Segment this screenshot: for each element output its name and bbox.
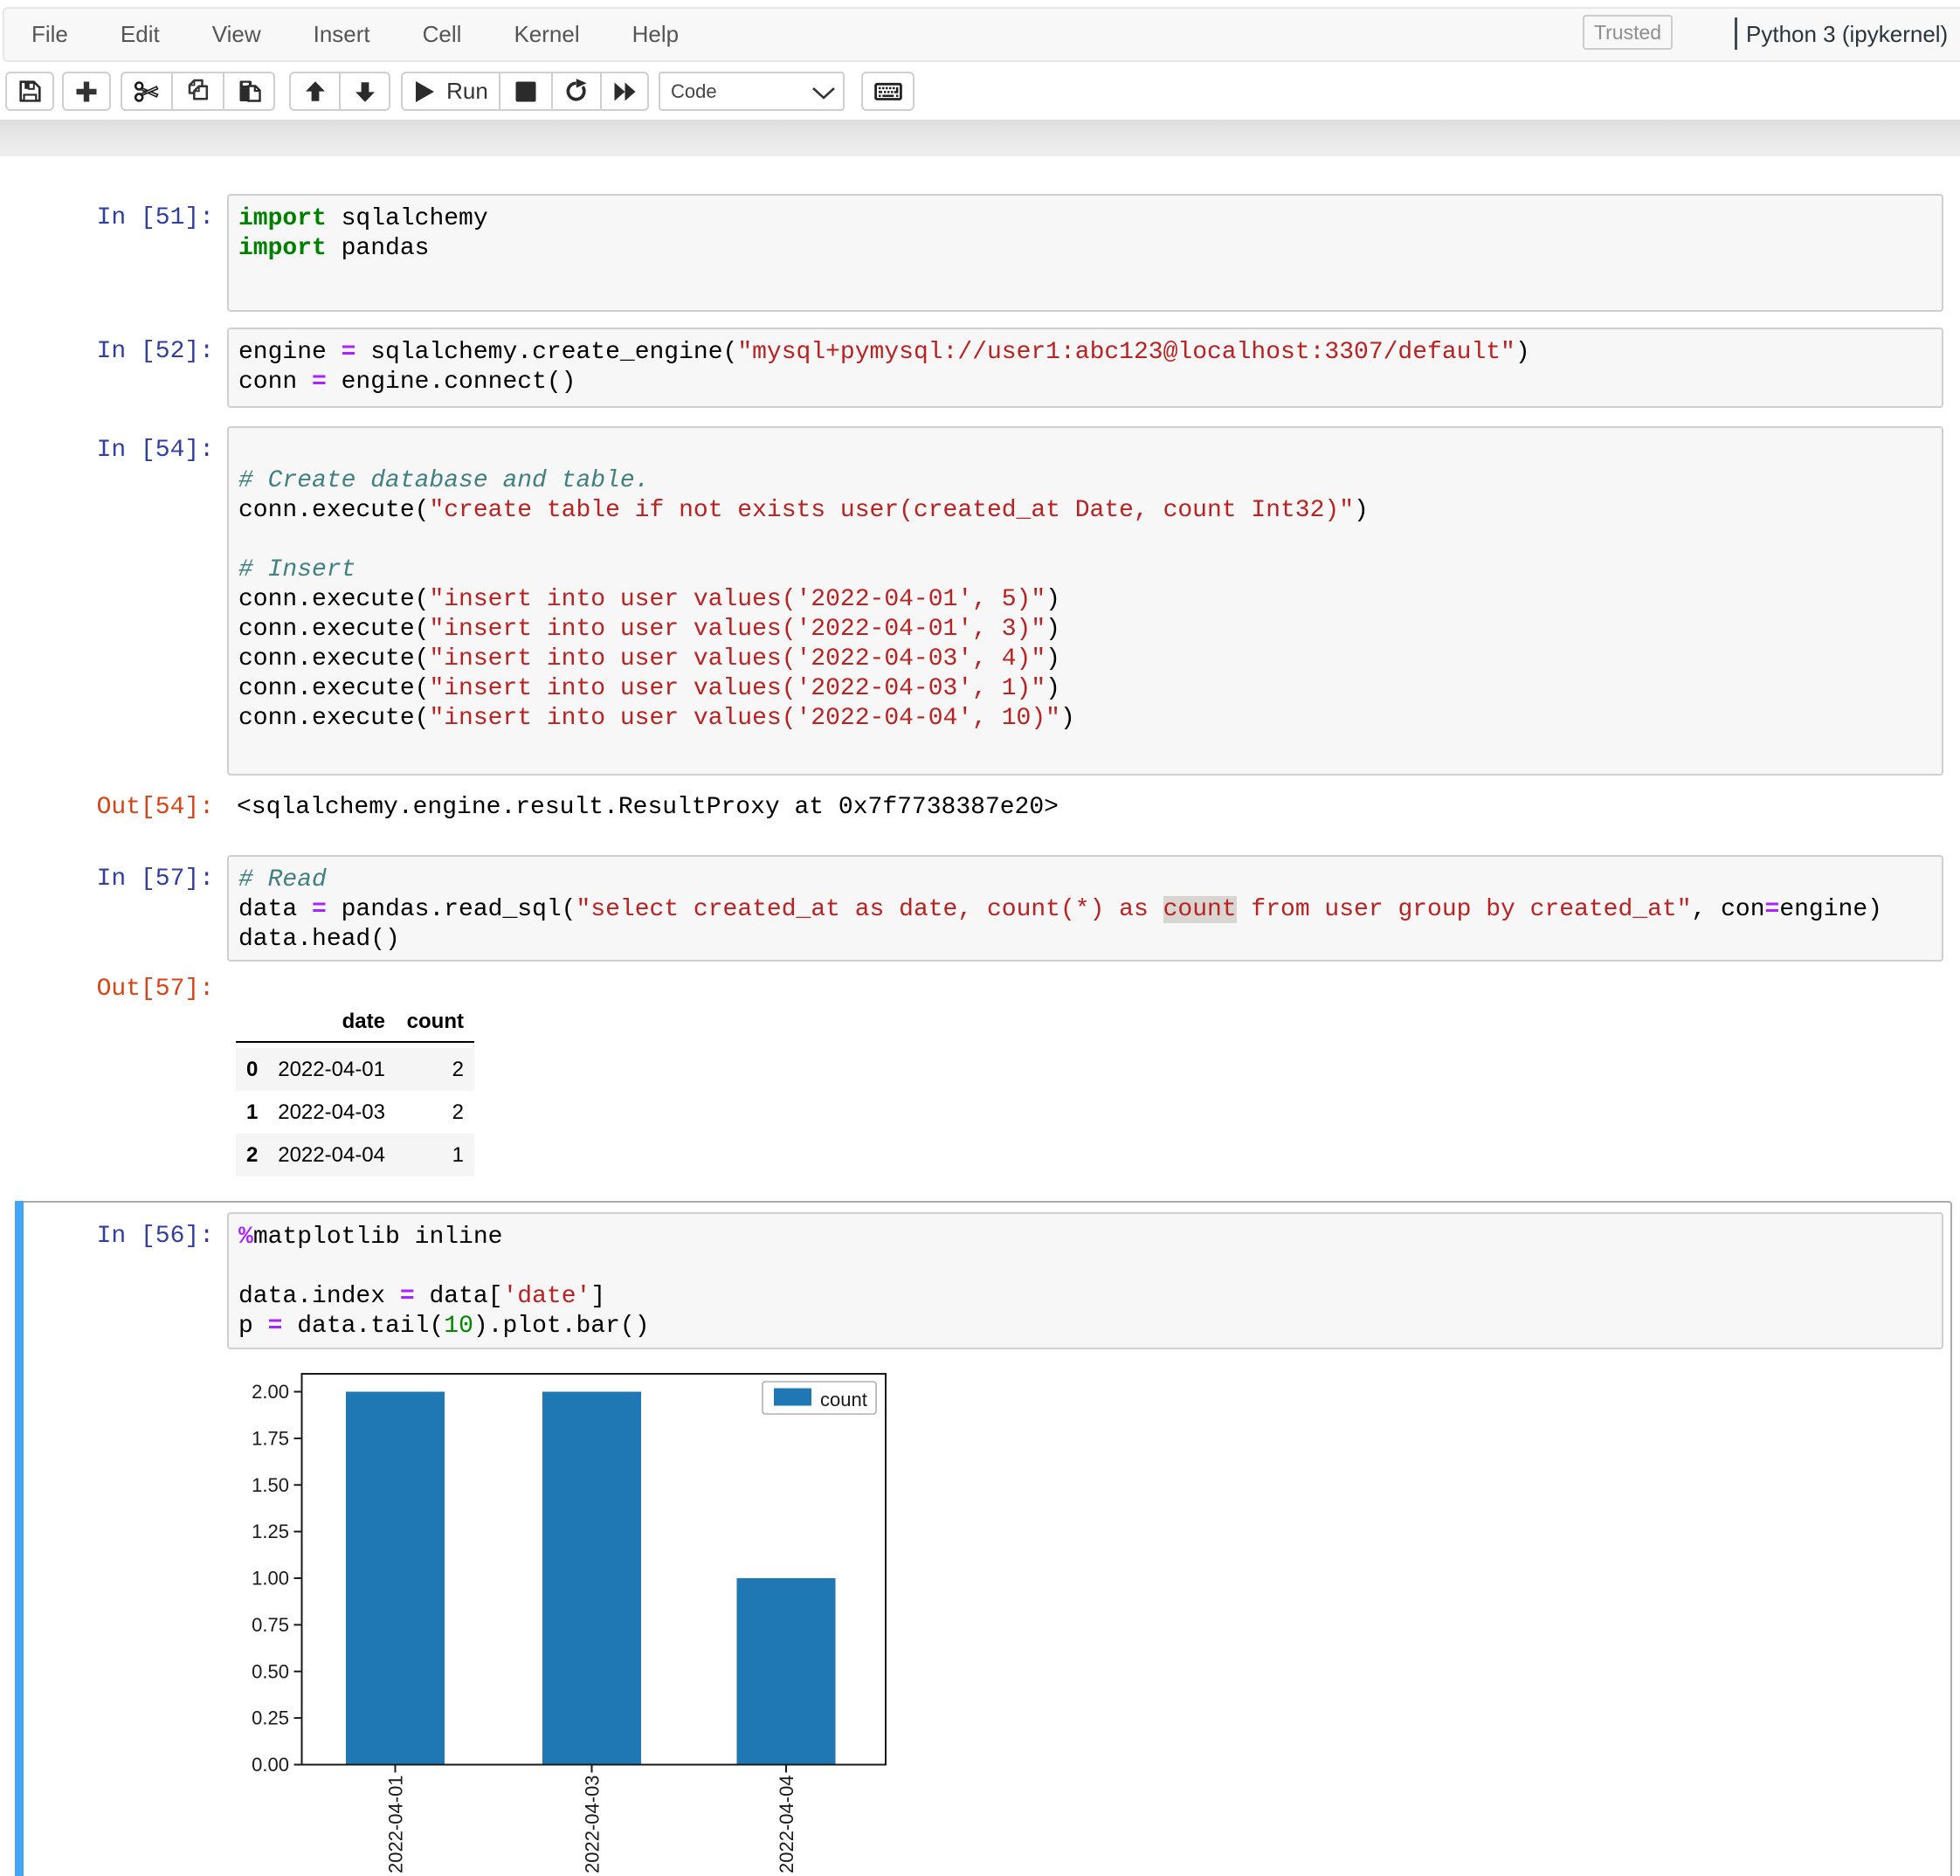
svg-text:0.00: 0.00	[252, 1754, 289, 1776]
svg-text:2.00: 2.00	[252, 1381, 289, 1403]
svg-text:1.25: 1.25	[252, 1521, 289, 1542]
svg-text:2022-04-01: 2022-04-01	[385, 1775, 407, 1873]
svg-text:0.75: 0.75	[252, 1614, 289, 1636]
svg-text:1.50: 1.50	[252, 1474, 289, 1496]
svg-text:2022-04-03: 2022-04-03	[582, 1775, 604, 1873]
svg-text:0.50: 0.50	[252, 1660, 289, 1682]
svg-text:0.25: 0.25	[252, 1707, 289, 1729]
svg-text:2022-04-04: 2022-04-04	[776, 1775, 797, 1873]
svg-text:count: count	[820, 1389, 867, 1410]
svg-text:1.00: 1.00	[252, 1568, 289, 1590]
svg-text:1.75: 1.75	[252, 1427, 289, 1449]
